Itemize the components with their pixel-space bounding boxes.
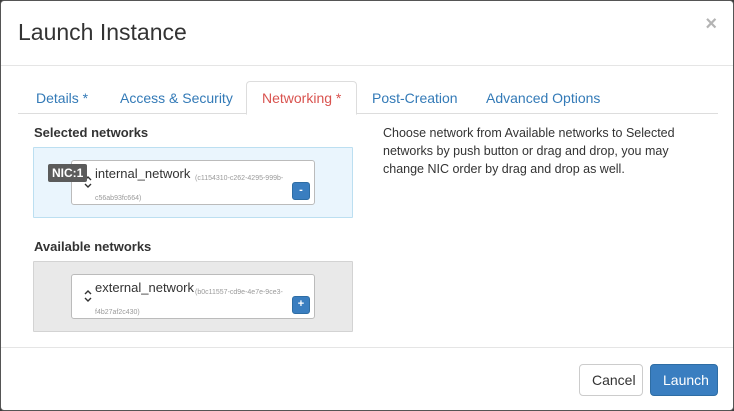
dialog-footer: Cancel Launch bbox=[1, 347, 733, 410]
cancel-button[interactable]: Cancel bbox=[579, 364, 643, 396]
tab-advanced-options[interactable]: Advanced Options bbox=[470, 81, 616, 114]
remove-network-button[interactable]: - bbox=[292, 182, 310, 200]
networking-help-text: Choose network from Available networks t… bbox=[383, 126, 675, 176]
dialog-header: Launch Instance × bbox=[1, 1, 733, 66]
selected-networks-zone[interactable]: internal_network (c1154310-c262-4295-999… bbox=[33, 147, 353, 218]
selected-networks-label: Selected networks bbox=[34, 125, 149, 140]
network-id: (b0c11557-cd9e-4e7e-9ce3-f4b27af2c430) bbox=[95, 289, 283, 316]
add-network-button[interactable]: + bbox=[292, 296, 310, 314]
tab-details[interactable]: Details * bbox=[20, 81, 104, 114]
tab-post-creation[interactable]: Post-Creation bbox=[356, 81, 474, 114]
network-item-external[interactable]: external_network (b0c11557-cd9e-4e7e-9ce… bbox=[71, 274, 315, 319]
available-networks-zone[interactable]: external_network (b0c11557-cd9e-4e7e-9ce… bbox=[33, 261, 353, 332]
sort-handle-icon[interactable] bbox=[83, 288, 93, 304]
close-icon[interactable]: × bbox=[705, 14, 717, 34]
launch-button[interactable]: Launch bbox=[650, 364, 718, 396]
launch-instance-dialog: Launch Instance × Details * Access & Sec… bbox=[0, 0, 734, 411]
network-item-internal[interactable]: internal_network (c1154310-c262-4295-999… bbox=[71, 160, 315, 205]
network-id: (c1154310-c262-4295-999b-c56ab93fc664) bbox=[95, 175, 284, 202]
nic-badge: NIC:1 bbox=[48, 164, 88, 182]
tab-bar: Details * Access & Security Networking *… bbox=[18, 81, 718, 115]
tab-networking[interactable]: Networking * bbox=[246, 81, 358, 115]
dialog-title: Launch Instance bbox=[18, 19, 187, 45]
tab-access-security[interactable]: Access & Security bbox=[104, 81, 249, 114]
available-networks-label: Available networks bbox=[34, 239, 152, 254]
